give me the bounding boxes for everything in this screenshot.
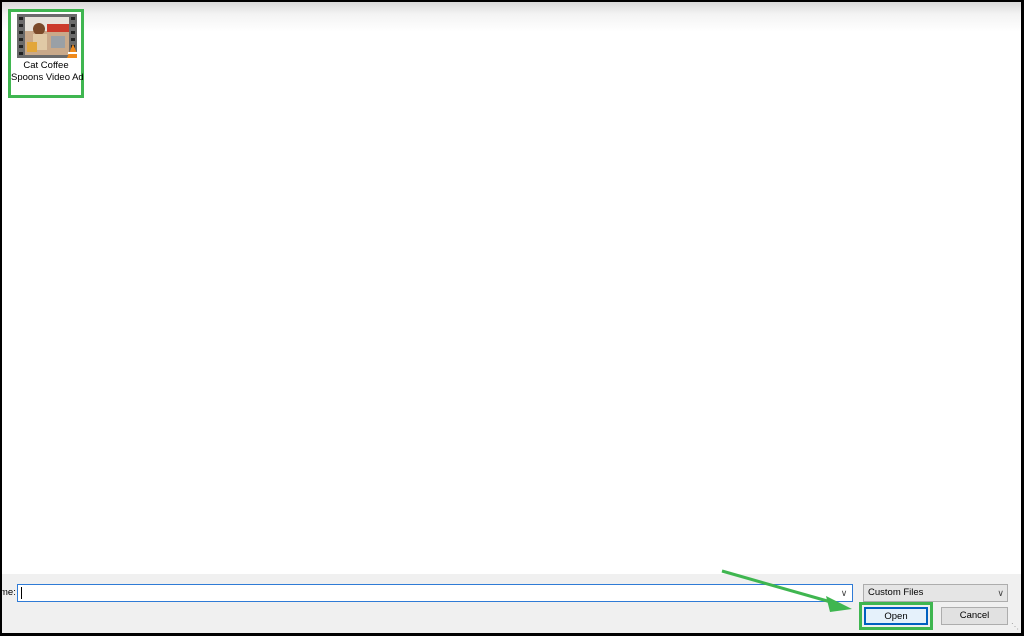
file-item-cat-coffee-spoons[interactable]: Cat Coffee Spoons Video Ad: [8, 9, 84, 98]
chevron-down-icon: ∨: [997, 588, 1004, 598]
file-type-value: Custom Files: [868, 587, 924, 598]
file-open-dialog: Cat Coffee Spoons Video Ad me: ∨ Custom …: [2, 2, 1021, 633]
top-strip: [2, 2, 1021, 32]
text-caret: [21, 587, 22, 599]
video-file-icon: [17, 14, 77, 58]
cancel-button[interactable]: Cancel: [941, 607, 1008, 625]
file-name-input[interactable]: [20, 586, 820, 600]
file-name: Cat Coffee Spoons Video Ad: [11, 60, 84, 84]
file-name-label: me:: [2, 587, 16, 598]
open-button[interactable]: Open: [864, 607, 928, 625]
file-name-combobox[interactable]: ∨: [17, 584, 853, 602]
dialog-footer: me: ∨ Custom Files ∨ Open Cancel ⋱: [2, 574, 1021, 633]
file-name-line1: Cat Coffee: [23, 60, 69, 71]
open-button-highlight: Open: [859, 602, 933, 630]
file-type-select[interactable]: Custom Files ∨: [863, 584, 1008, 602]
resize-grip-icon[interactable]: ⋱: [1011, 623, 1019, 631]
file-name-line2: Spoons Video Ad: [11, 72, 84, 83]
file-list-area[interactable]: Cat Coffee Spoons Video Ad: [2, 2, 1021, 574]
chevron-down-icon[interactable]: ∨: [836, 585, 852, 601]
